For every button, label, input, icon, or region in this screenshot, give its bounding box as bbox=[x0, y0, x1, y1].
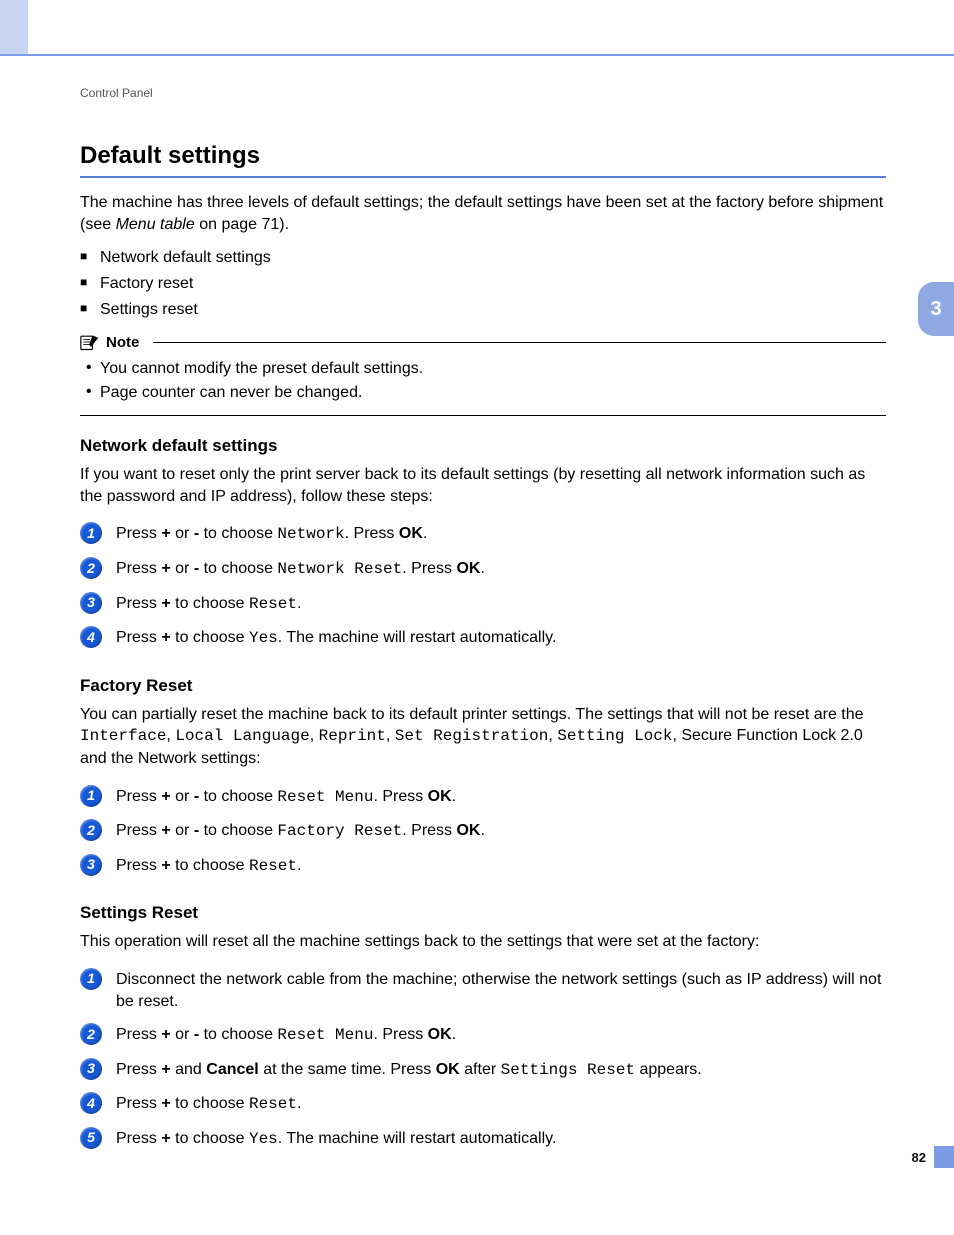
step-item: Press + or - to choose Network. Press OK… bbox=[80, 517, 886, 552]
step-item: Press + to choose Yes. The machine will … bbox=[80, 1122, 886, 1157]
step-item: Press + to choose Reset. bbox=[80, 1087, 886, 1122]
subheading-network: Network default settings bbox=[80, 436, 886, 456]
step-item: Press + or - to choose Factory Reset. Pr… bbox=[80, 814, 886, 849]
note-icon bbox=[80, 333, 100, 351]
step-item: Press + and Cancel at the same time. Pre… bbox=[80, 1053, 886, 1088]
note-end-rule bbox=[80, 415, 886, 416]
title-underline bbox=[80, 176, 886, 178]
factory-intro: You can partially reset the machine back… bbox=[80, 704, 886, 770]
page-number-accent bbox=[934, 1146, 954, 1168]
settings-intro: This operation will reset all the machin… bbox=[80, 931, 886, 953]
subheading-factory: Factory Reset bbox=[80, 676, 886, 696]
breadcrumb: Control Panel bbox=[80, 86, 153, 100]
step-item: Press + to choose Reset. bbox=[80, 587, 886, 622]
page-number-wrap: 82 bbox=[912, 1146, 954, 1168]
bullet-list: Network default settings Factory reset S… bbox=[80, 245, 886, 323]
page-content: Control Panel Default settings The machi… bbox=[0, 0, 954, 1196]
settings-steps: Disconnect the network cable from the ma… bbox=[80, 963, 886, 1157]
page-title: Default settings bbox=[80, 88, 886, 170]
note-block: Note You cannot modify the preset defaul… bbox=[80, 333, 886, 416]
list-item: Factory reset bbox=[80, 271, 886, 297]
step-item: Press + or - to choose Reset Menu. Press… bbox=[80, 1018, 886, 1053]
list-item: Network default settings bbox=[80, 245, 886, 271]
intro-paragraph: The machine has three levels of default … bbox=[80, 192, 886, 235]
step-item: Press + to choose Reset. bbox=[80, 849, 886, 884]
menu-table-link[interactable]: Menu table bbox=[116, 216, 195, 233]
network-intro: If you want to reset only the print serv… bbox=[80, 464, 886, 507]
step-item: Press + or - to choose Network Reset. Pr… bbox=[80, 552, 886, 587]
step-item: Press + to choose Yes. The machine will … bbox=[80, 621, 886, 656]
step-item: Press + or - to choose Reset Menu. Press… bbox=[80, 780, 886, 815]
note-item: Page counter can never be changed. bbox=[86, 381, 886, 405]
note-rule bbox=[153, 342, 886, 343]
list-item: Settings reset bbox=[80, 297, 886, 323]
subheading-settings: Settings Reset bbox=[80, 903, 886, 923]
factory-steps: Press + or - to choose Reset Menu. Press… bbox=[80, 780, 886, 884]
note-item: You cannot modify the preset default set… bbox=[86, 357, 886, 381]
page-number: 82 bbox=[912, 1150, 934, 1165]
network-steps: Press + or - to choose Network. Press OK… bbox=[80, 517, 886, 655]
step-item: Disconnect the network cable from the ma… bbox=[80, 963, 886, 1018]
note-label: Note bbox=[106, 334, 139, 351]
